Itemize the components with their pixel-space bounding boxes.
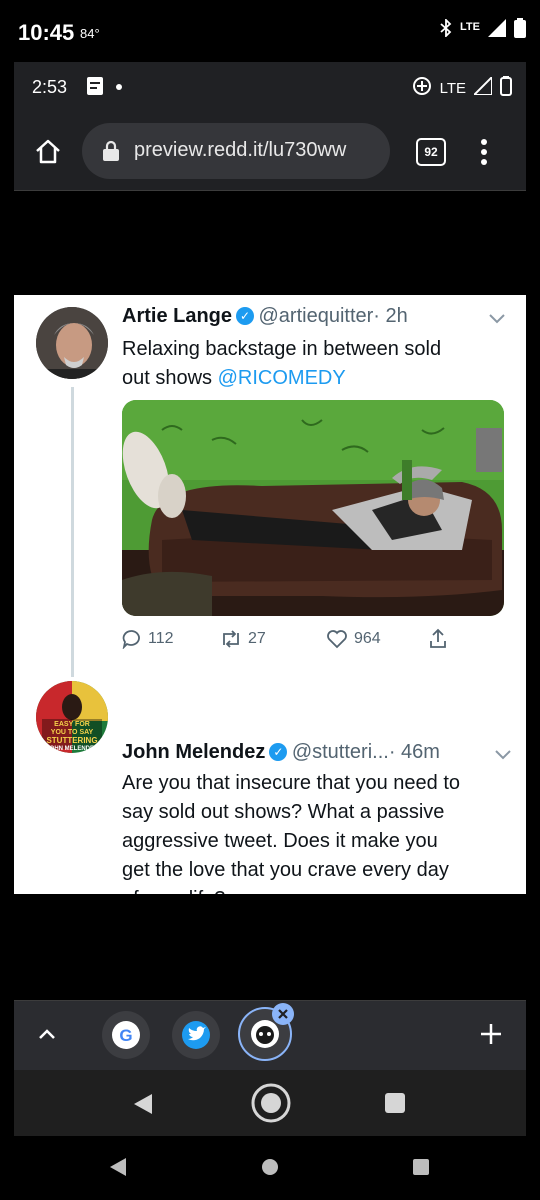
notification-dot-icon: [116, 84, 122, 90]
tweet-time: · 2h: [373, 305, 408, 327]
outer-temperature: 84°: [80, 26, 100, 41]
svg-text:G: G: [119, 1026, 132, 1045]
tab-strip: G: [14, 1000, 526, 1071]
notification-doc-icon: [86, 76, 104, 101]
retweet-button[interactable]: 27: [220, 629, 266, 649]
chevron-up-icon[interactable]: [38, 1027, 56, 1045]
data-saver-icon: [412, 76, 432, 100]
author-handle[interactable]: @artiequitter: [258, 305, 373, 327]
author-handle[interactable]: @stutteri...: [292, 741, 389, 763]
tweet-text-line: Relaxing backstage in between sold: [122, 338, 442, 360]
tab-twitter[interactable]: [172, 1011, 220, 1059]
battery-icon: [514, 18, 526, 43]
tweet-text-fragment: out shows: [122, 367, 218, 389]
home-icon[interactable]: [34, 138, 62, 171]
outer-status-bar: 10:45 84° LTE: [0, 0, 540, 62]
page-bottom-area: [14, 894, 526, 1000]
chevron-down-icon[interactable]: [488, 311, 506, 329]
author-name[interactable]: John Melendez: [122, 741, 265, 763]
reply-count: 112: [148, 630, 174, 647]
retweet-icon: [223, 630, 239, 648]
tweet-header: John Melendez ✓ @stutteri...· 46m: [122, 741, 440, 764]
mention-link[interactable]: @RICOMEDY: [218, 367, 346, 389]
verified-badge-icon: ✓: [269, 743, 288, 761]
outer-status-icons: LTE: [440, 17, 526, 43]
thread-connector: [71, 387, 74, 677]
book-cover-line: STUTTERING: [46, 736, 98, 745]
tweet-text: Relaxing backstage in between sold out s…: [122, 335, 441, 393]
tweet-text-line: Are you that insecure that you need to: [122, 772, 460, 794]
tab-google[interactable]: G: [102, 1011, 150, 1059]
reply-icon: [122, 630, 140, 649]
inner-status-bar: 2:53 LTE: [14, 62, 526, 114]
outer-back-icon[interactable]: [108, 1156, 128, 1183]
tweet-header: Artie Lange ✓ @artiequitter· 2h: [122, 305, 408, 328]
signal-icon: [488, 19, 506, 42]
recents-icon[interactable]: [384, 1092, 406, 1119]
book-cover-line: JOHN MELENDEZ: [46, 746, 98, 752]
avatar[interactable]: [36, 307, 108, 379]
book-cover-line: EASY FOR: [54, 721, 90, 728]
new-tab-plus-icon[interactable]: [480, 1023, 502, 1050]
inner-network-label: LTE: [439, 79, 466, 97]
browser-toolbar: preview.redd.it/lu730ww 92: [14, 114, 526, 191]
twitter-icon: [182, 1021, 210, 1049]
avatar[interactable]: EASY FOR YOU TO SAY STUTTERING JOHN MELE…: [36, 681, 108, 753]
inner-status-icons: LTE: [412, 74, 512, 100]
close-tab-icon[interactable]: [272, 1003, 294, 1025]
lock-icon: [102, 140, 120, 167]
inner-signal-icon: [471, 74, 493, 99]
tweet-text-line: get the love that you crave every day: [122, 859, 449, 881]
tweet-time: · 46m: [388, 741, 440, 763]
outer-clock: 10:45: [18, 20, 75, 45]
share-icon: [430, 628, 446, 648]
outer-recents-icon[interactable]: [412, 1158, 430, 1181]
reply-button[interactable]: 112: [122, 629, 174, 649]
outer-network-label: LTE: [460, 20, 480, 33]
book-cover-text: EASY FOR YOU TO SAY STUTTERING JOHN MELE…: [42, 721, 102, 753]
tweet-text: Are you that insecure that you need to s…: [122, 769, 460, 914]
heart-icon: [327, 630, 347, 649]
tweet-thread-image: Artie Lange ✓ @artiequitter· 2h Relaxing …: [14, 295, 526, 943]
inner-navigation-bar: [14, 1070, 526, 1136]
tweet-text-line: say sold out shows? What a passive: [122, 801, 445, 823]
author-name[interactable]: Artie Lange: [122, 305, 232, 327]
chevron-down-icon[interactable]: [494, 747, 512, 765]
address-bar[interactable]: preview.redd.it/lu730ww: [82, 123, 390, 179]
home-circle-icon[interactable]: [250, 1082, 292, 1129]
tweet-text-line: aggressive tweet. Does it make you: [122, 830, 438, 852]
page-top-area: [14, 191, 526, 295]
back-icon[interactable]: [132, 1092, 154, 1121]
like-button[interactable]: 964: [326, 629, 381, 649]
outer-home-icon[interactable]: [261, 1158, 279, 1181]
tweet-text-line: out shows @RICOMEDY: [122, 364, 441, 393]
tab-switcher-button[interactable]: 92: [416, 138, 446, 166]
share-button[interactable]: [428, 627, 448, 649]
verified-badge-icon: ✓: [236, 307, 255, 325]
like-count: 964: [354, 630, 381, 647]
inner-screen: 2:53 LTE preview.redd.it/lu730ww 92 Arti…: [14, 62, 526, 1136]
google-icon: G: [112, 1021, 140, 1049]
overflow-menu-icon[interactable]: [480, 138, 488, 171]
bluetooth-icon: [440, 17, 452, 42]
tweet-photo[interactable]: [122, 400, 504, 616]
outer-navigation-bar: [0, 1136, 540, 1200]
url-text: preview.redd.it/lu730ww: [134, 139, 347, 161]
inner-battery-icon: [500, 76, 512, 100]
retweet-count: 27: [248, 630, 266, 647]
inner-clock: 2:53: [32, 77, 68, 97]
